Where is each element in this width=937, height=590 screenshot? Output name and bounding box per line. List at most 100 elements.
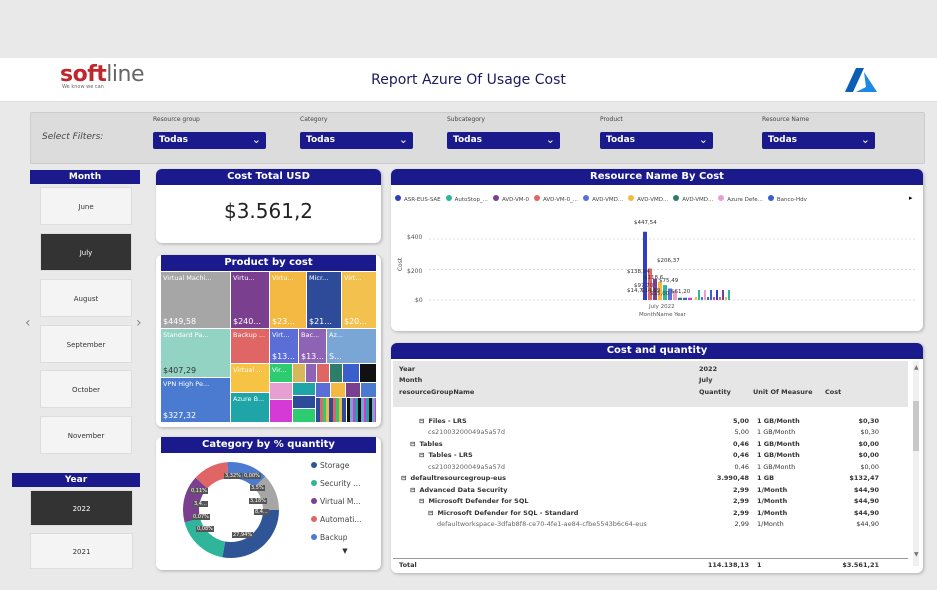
row-name: Microsoft Defender for SQL [428,497,529,506]
row-name: Files - LRS [428,416,467,425]
category-dropdown[interactable]: Todas ⌄ [300,132,413,149]
scrollbar-thumb[interactable] [913,401,919,451]
filter-product[interactable]: Product Todas ⌄ [600,116,713,149]
treemap-tile[interactable]: Virtu... $240... [231,272,269,328]
table-row[interactable]: ⊟ Tables 0,46 1 GB/Month $0,00 [397,438,881,450]
row-quantity: 2,99 [732,485,749,494]
legend-item[interactable]: Storage [311,457,379,475]
legend-item[interactable]: Backup [311,529,379,547]
legend-item[interactable]: Automati... [311,511,379,529]
treemap-tile[interactable]: Virtual Machi... $449,58 [161,272,230,328]
treemap-tile[interactable] [293,364,305,382]
treemap-tile[interactable]: Azure B... [231,393,269,422]
row-name: defaultresourcegroup-eus [410,474,506,483]
table-row[interactable]: defaultworkspace-3dfab8f8-ce70-4fe1-ae84… [397,519,881,531]
treemap-tile[interactable]: Bac... $13... [299,329,326,363]
treemap-tile[interactable]: Virtual ... [231,364,269,392]
treemap-tile[interactable] [347,398,376,422]
filter-subcategory[interactable]: Subcategory Todas ⌄ [447,116,560,149]
cost-and-quantity-card: Cost and quantity Year 2022 Month July res… [391,343,923,573]
row-quantity: 3.990,48 [716,474,749,483]
filter-resource-group[interactable]: Resource group Todas ⌄ [153,116,266,149]
donut-label: 27,94% [232,532,254,538]
vertical-scrollbar[interactable] [913,361,919,566]
treemap-tile[interactable] [316,398,346,422]
expand-toggle-icon[interactable]: ⊟ [410,440,415,448]
month-october[interactable]: October [40,370,132,408]
treemap-tile[interactable] [317,364,329,382]
treemap-tile[interactable]: Az... S... [327,329,376,363]
treemap-tile[interactable] [361,383,376,397]
treemap-tile[interactable] [293,383,315,395]
table-row[interactable]: ⊟ Microsoft Defender for SQL - Standard 2,… [397,507,881,519]
treemap-tile[interactable]: Micr... $21... [307,272,341,328]
expand-toggle-icon[interactable]: ⊟ [419,417,424,425]
filter-category[interactable]: Category Todas ⌄ [300,116,413,149]
treemap-tile[interactable] [270,400,292,422]
row-name: Microsoft Defender for SQL - Standard [437,508,579,517]
month-slicer-title: Month [30,170,140,184]
year-2021[interactable]: 2021 [30,533,133,569]
total-row: Total 114.138,13 1 $3.561,21 [393,558,908,571]
expand-toggle-icon[interactable]: ⊟ [419,451,424,459]
treemap-tile[interactable] [316,383,330,397]
treemap-tile[interactable]: Virt... $13... [270,329,298,363]
treemap-tile[interactable] [270,383,292,399]
table-row[interactable]: ⊟ defaultresourcegroup-eus 3.990,48 1 GB $13… [397,473,881,485]
treemap-tile[interactable] [331,383,345,397]
legend-scroll-down-icon[interactable]: ▼ [311,547,379,555]
treemap-tile[interactable]: Vir... [270,364,292,382]
legend-item[interactable]: Security ... [311,475,379,493]
treemap-tile[interactable] [306,364,316,382]
resource-name-dropdown[interactable]: Todas ⌄ [762,132,875,149]
x-tick: July 2022 [649,304,675,310]
expand-toggle-icon[interactable]: ⊟ [410,486,415,494]
subcategory-dropdown[interactable]: Todas ⌄ [447,132,560,149]
treemap: Virtual Machi... $449,58 Virtu... $240... … [161,272,376,422]
treemap-tile[interactable]: VPN High Pe... $327,32 [161,378,230,422]
month-july[interactable]: July [40,233,132,271]
row-quantity: 5,00 [732,416,749,425]
month-june[interactable]: June [40,187,132,225]
treemap-tile[interactable]: Virt... $20... [342,272,376,328]
treemap-tile[interactable] [360,364,376,382]
select-filters-label: Select Filters: [42,132,104,142]
legend-item[interactable]: Virtual M... [311,493,379,511]
expand-toggle-icon[interactable]: ⊟ [419,497,424,505]
treemap-tile[interactable]: Standard Pa... $407,29 [161,329,230,377]
row-name: cs21003200049a5a57d [428,428,505,437]
row-cost: $0,00 [858,451,879,460]
month-august[interactable]: August [40,279,132,317]
treemap-tile[interactable] [343,364,359,382]
table-row[interactable]: cs21003200049a5a57d 0,46 1 GB/Month $0,00 [397,461,881,473]
row-unit: 1 GB/Month [757,451,800,460]
month-november[interactable]: November [40,416,132,454]
table-row[interactable]: ⊟ Microsoft Defender for SQL 2,99 1/Month $4… [397,496,881,508]
expand-toggle-icon[interactable]: ⊟ [401,474,406,482]
matrix-header-table: Year 2022 Month July resourceGroupName Quan… [399,364,842,396]
treemap-tile[interactable]: Backup ... [231,329,269,363]
year-2022[interactable]: 2022 [30,490,133,526]
filter-resource-name[interactable]: Resource Name Todas ⌄ [762,116,875,149]
resource-group-dropdown[interactable]: Todas ⌄ [153,132,266,149]
scroll-up-icon[interactable]: ▲ [914,364,919,371]
table-row[interactable]: ⊟ Advanced Data Security 2,99 1/Month $44,90 [397,484,881,496]
donut-label: 0,11% [190,488,208,494]
treemap-tile[interactable] [293,396,315,408]
treemap-tile[interactable] [346,383,360,397]
row-quantity: 0,46 [732,439,749,448]
donut-chart[interactable] [176,455,296,565]
expand-toggle-icon[interactable]: ⊟ [428,509,433,517]
table-row[interactable]: ⊟ Tables - LRS 0,46 1 GB/Month $0,00 [397,450,881,462]
month-september[interactable]: September [40,325,132,363]
treemap-tile[interactable]: Virtu... $23... [270,272,306,328]
table-row[interactable]: cs21003200049a5a57d 5,00 1 GB/Month $0,30 [397,427,881,439]
treemap-tile[interactable] [330,364,342,382]
treemap-tile[interactable] [293,409,315,422]
table-row[interactable]: ⊟ Files - LRS 5,00 1 GB/Month $0,30 [397,415,881,427]
chevron-left-icon[interactable]: ‹ [25,315,31,331]
chevron-right-icon[interactable]: › [136,315,142,331]
scroll-down-icon[interactable]: ▼ [914,551,919,558]
product-dropdown[interactable]: Todas ⌄ [600,132,713,149]
row-cost: $0,00 [858,439,879,448]
